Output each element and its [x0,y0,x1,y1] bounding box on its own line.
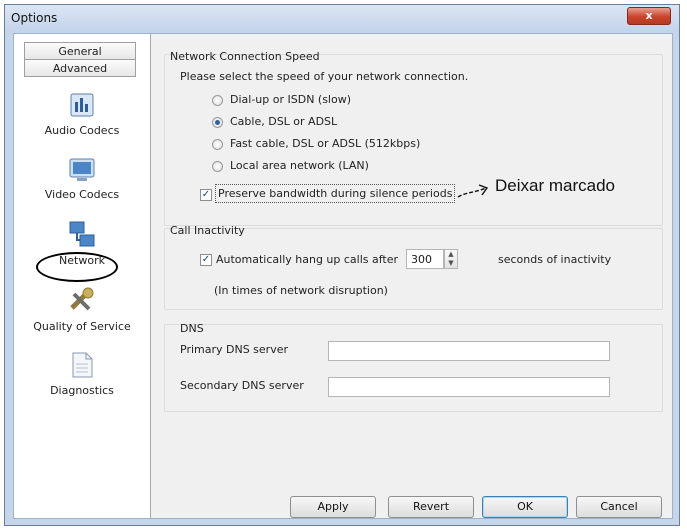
radio-lan-label: Local area network (LAN) [230,159,369,172]
window-title: Options [11,11,58,25]
speed-group-title: Network Connection Speed [170,50,320,63]
inactivity-note: (In times of network disruption) [214,284,388,297]
sidebar-item-label: Audio Codecs [44,124,120,137]
radio-cable-label: Cable, DSL or ADSL [230,115,338,128]
sidebar-item-label: Quality of Service [33,320,131,333]
sidebar: General Advanced Audio Codecs Video Code… [14,34,151,518]
radio-fast-cable-label: Fast cable, DSL or ADSL (512kbps) [230,137,421,150]
speed-prompt: Please select the speed of your network … [180,70,469,83]
close-button[interactable]: x [627,7,671,25]
close-icon: x [645,9,653,22]
sidebar-item-label: Video Codecs [44,188,120,201]
auto-hangup-label: Automatically hang up calls after [216,253,399,266]
dialog-client: General Advanced Audio Codecs Video Code… [13,33,673,519]
network-icon [69,221,95,247]
title-bar: Options x [5,5,679,31]
inactivity-group-box [164,228,663,310]
preserve-bandwidth-label: Preserve bandwidth during silence period… [215,184,456,203]
sidebar-item-audio-codecs[interactable]: Audio Codecs [14,90,150,137]
seconds-suffix: seconds of inactivity [498,253,612,266]
secondary-dns-label: Secondary DNS server [180,379,304,392]
sidebar-item-label: Diagnostics [50,384,114,397]
preserve-bandwidth-checkbox[interactable]: ✓ [200,189,212,201]
radio-dialup[interactable] [212,95,223,106]
auto-hangup-checkbox[interactable]: ✓ [200,254,212,266]
primary-dns-input[interactable] [328,341,610,361]
inactivity-group-title: Call Inactivity [170,224,245,237]
sidebar-item-video-codecs[interactable]: Video Codecs [14,154,150,201]
sidebar-item-quality-of-service[interactable]: Quality of Service [14,286,150,333]
radio-cable[interactable] [212,117,223,128]
secondary-dns-input[interactable] [328,377,610,397]
radio-lan[interactable] [212,161,223,172]
annotation-text: Deixar marcado [495,176,615,195]
annotation-arrow-icon [457,184,489,198]
ok-button[interactable]: OK [482,496,568,518]
apply-button[interactable]: Apply [290,496,376,518]
dns-group-box [164,324,663,412]
hangup-seconds-input[interactable]: 300 [406,249,444,269]
options-window: Options x General Advanced Audio Codecs … [4,4,680,526]
video-codecs-icon [69,158,95,181]
sidebar-item-diagnostics[interactable]: Diagnostics [14,350,150,397]
network-highlight-circle [36,252,118,282]
tab-general[interactable]: General [24,42,136,60]
radio-dialup-label: Dial-up or ISDN (slow) [230,93,352,106]
revert-button[interactable]: Revert [388,496,474,518]
audio-codecs-icon [70,93,94,117]
primary-dns-label: Primary DNS server [180,343,289,356]
hangup-seconds-spinner[interactable]: ▲ ▼ [444,249,458,269]
radio-fast-cable[interactable] [212,139,223,150]
diagnostics-icon [72,352,93,378]
tab-advanced[interactable]: Advanced [24,59,136,77]
quality-of-service-icon [70,287,94,311]
cancel-button[interactable]: Cancel [576,496,662,518]
dns-group-title: DNS [180,322,204,335]
